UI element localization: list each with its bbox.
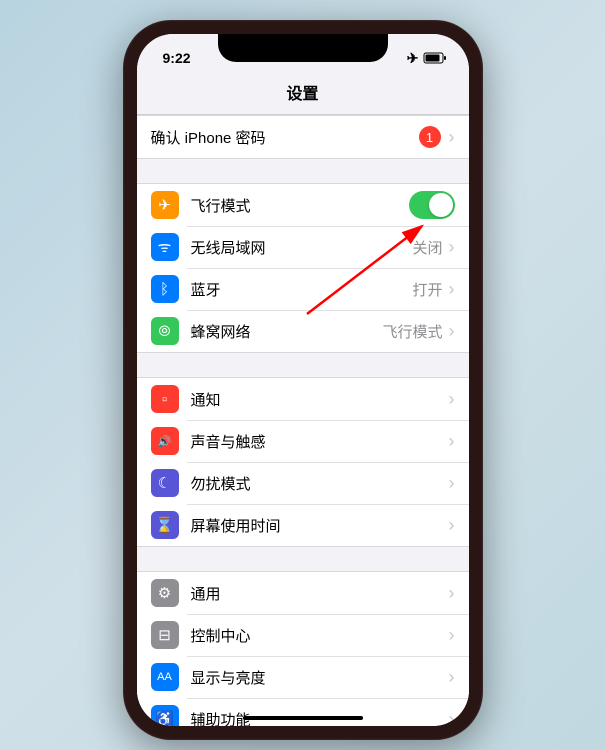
- sounds-icon: 🔊: [151, 427, 179, 455]
- cell-label: 确认 iPhone 密码: [151, 127, 419, 148]
- cell-label: 屏幕使用时间: [191, 515, 449, 536]
- control-center-icon: ⊟: [151, 621, 179, 649]
- settings-cell[interactable]: ⌛ 屏幕使用时间›: [137, 504, 469, 546]
- settings-cell[interactable]: ⚙ 通用›: [137, 572, 469, 614]
- settings-cell[interactable]: ☾ 勿扰模式›: [137, 462, 469, 504]
- settings-cell[interactable]: ⊟ 控制中心›: [137, 614, 469, 656]
- home-indicator[interactable]: [243, 716, 363, 720]
- cell-label: 控制中心: [191, 625, 449, 646]
- settings-cell[interactable]: ♿辅助功能›: [137, 698, 469, 726]
- settings-group: 确认 iPhone 密码1 ›: [137, 115, 469, 159]
- cell-label: 通知: [191, 389, 449, 410]
- settings-cell[interactable]: ✈ 飞行模式: [137, 184, 469, 226]
- toggle-switch[interactable]: [409, 191, 455, 219]
- cell-value: 打开: [412, 279, 442, 300]
- notification-badge: 1: [419, 126, 441, 148]
- cell-value: 飞行模式: [382, 321, 442, 342]
- status-indicators: ✈: [407, 50, 449, 67]
- cellular-icon: ⦾: [151, 317, 179, 345]
- battery-icon: [423, 52, 447, 64]
- settings-group: ▫通知›🔊声音与触感›☾勿扰模式›⌛屏幕使用时间›: [137, 377, 469, 547]
- cell-label: 蓝牙: [191, 279, 413, 300]
- notch: [218, 34, 388, 62]
- settings-cell[interactable]: ▫ 通知›: [137, 378, 469, 420]
- cell-label: 显示与亮度: [191, 667, 449, 688]
- chevron-right-icon: ›: [449, 389, 455, 410]
- cell-label: 飞行模式: [191, 195, 409, 216]
- screentime-icon: ⌛: [151, 511, 179, 539]
- page-title: 设置: [137, 74, 469, 115]
- phone-frame: 9:22 ✈ 设置 确认 iPhone 密码1 › ✈ 飞行模式 ᯤ 无线局域网关闭 › ᛒ蓝…: [123, 20, 483, 740]
- settings-cell[interactable]: ᯤ 无线局域网关闭 ›: [137, 226, 469, 268]
- airplane-status-icon: ✈: [407, 50, 419, 67]
- settings-cell[interactable]: 🔊 声音与触感›: [137, 420, 469, 462]
- settings-cell[interactable]: ⦾ 蜂窝网络飞行模式 ›: [137, 310, 469, 352]
- airplane-icon: ✈: [151, 191, 179, 219]
- chevron-right-icon: ›: [449, 625, 455, 646]
- wifi-icon: ᯤ: [151, 233, 179, 261]
- dnd-icon: ☾: [151, 469, 179, 497]
- status-time: 9:22: [157, 50, 191, 66]
- cell-label: 勿扰模式: [191, 473, 449, 494]
- settings-scroll[interactable]: 确认 iPhone 密码1›✈飞行模式ᯤ无线局域网关闭›ᛒ蓝牙打开›⦾蜂窝网络飞…: [137, 115, 469, 726]
- chevron-right-icon: ›: [449, 473, 455, 494]
- chevron-right-icon: ›: [449, 279, 455, 300]
- settings-cell[interactable]: ᛒ 蓝牙打开 ›: [137, 268, 469, 310]
- cell-label: 声音与触感: [191, 431, 449, 452]
- settings-cell[interactable]: AA 显示与亮度›: [137, 656, 469, 698]
- settings-group: ✈飞行模式ᯤ无线局域网关闭›ᛒ蓝牙打开›⦾蜂窝网络飞行模式›: [137, 183, 469, 353]
- notifications-icon: ▫: [151, 385, 179, 413]
- chevron-right-icon: ›: [449, 667, 455, 688]
- cell-label: 蜂窝网络: [191, 321, 383, 342]
- display-icon: AA: [151, 663, 179, 691]
- accessibility-icon: ♿: [151, 705, 179, 726]
- bluetooth-icon: ᛒ: [151, 275, 179, 303]
- general-icon: ⚙: [151, 579, 179, 607]
- cell-label: 无线局域网: [191, 237, 413, 258]
- chevron-right-icon: ›: [449, 431, 455, 452]
- phone-screen: 9:22 ✈ 设置 确认 iPhone 密码1 › ✈ 飞行模式 ᯤ 无线局域网关闭 › ᛒ蓝…: [137, 34, 469, 726]
- chevron-right-icon: ›: [449, 237, 455, 258]
- chevron-right-icon: ›: [449, 709, 455, 727]
- settings-group: ⚙通用›⊟控制中心›AA显示与亮度›♿辅助功能›❀墙纸›◉Siri 与搜索›☺面…: [137, 571, 469, 726]
- cell-value: 关闭: [412, 237, 442, 258]
- chevron-right-icon: ›: [449, 515, 455, 536]
- chevron-right-icon: ›: [449, 583, 455, 604]
- cell-label: 通用: [191, 583, 449, 604]
- chevron-right-icon: ›: [449, 321, 455, 342]
- settings-cell[interactable]: 确认 iPhone 密码1 ›: [137, 116, 469, 158]
- chevron-right-icon: ›: [449, 127, 455, 148]
